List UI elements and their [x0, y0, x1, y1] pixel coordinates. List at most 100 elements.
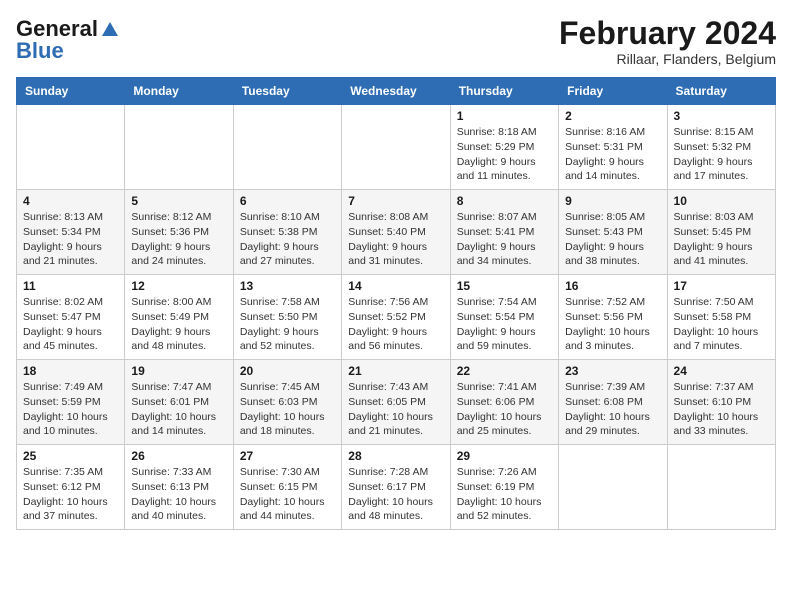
page-header: General Blue February 2024 Rillaar, Flan… [16, 16, 776, 67]
day-info: Sunrise: 7:49 AM Sunset: 5:59 PM Dayligh… [23, 380, 118, 439]
header-day-wednesday: Wednesday [342, 78, 450, 105]
header-day-friday: Friday [559, 78, 667, 105]
day-info: Sunrise: 7:45 AM Sunset: 6:03 PM Dayligh… [240, 380, 335, 439]
day-number: 2 [565, 109, 660, 123]
day-number: 4 [23, 194, 118, 208]
day-info: Sunrise: 7:39 AM Sunset: 6:08 PM Dayligh… [565, 380, 660, 439]
day-number: 18 [23, 364, 118, 378]
day-info: Sunrise: 7:52 AM Sunset: 5:56 PM Dayligh… [565, 295, 660, 354]
calendar-cell: 23 Sunrise: 7:39 AM Sunset: 6:08 PM Dayli… [559, 360, 667, 445]
day-info: Sunrise: 7:47 AM Sunset: 6:01 PM Dayligh… [131, 380, 226, 439]
logo-blue: Blue [16, 38, 64, 64]
header-day-thursday: Thursday [450, 78, 558, 105]
day-number: 28 [348, 449, 443, 463]
calendar-cell: 1 Sunrise: 8:18 AM Sunset: 5:29 PM Daylig… [450, 105, 558, 190]
calendar-cell: 9 Sunrise: 8:05 AM Sunset: 5:43 PM Daylig… [559, 190, 667, 275]
day-number: 16 [565, 279, 660, 293]
calendar-cell: 16 Sunrise: 7:52 AM Sunset: 5:56 PM Dayli… [559, 275, 667, 360]
day-info: Sunrise: 8:15 AM Sunset: 5:32 PM Dayligh… [674, 125, 769, 184]
day-info: Sunrise: 7:50 AM Sunset: 5:58 PM Dayligh… [674, 295, 769, 354]
day-number: 20 [240, 364, 335, 378]
calendar-cell: 19 Sunrise: 7:47 AM Sunset: 6:01 PM Dayli… [125, 360, 233, 445]
calendar-cell [125, 105, 233, 190]
day-info: Sunrise: 8:05 AM Sunset: 5:43 PM Dayligh… [565, 210, 660, 269]
month-title: February 2024 [559, 16, 776, 51]
calendar-cell: 26 Sunrise: 7:33 AM Sunset: 6:13 PM Dayli… [125, 445, 233, 530]
calendar-cell: 10 Sunrise: 8:03 AM Sunset: 5:45 PM Dayli… [667, 190, 775, 275]
day-number: 9 [565, 194, 660, 208]
day-info: Sunrise: 7:30 AM Sunset: 6:15 PM Dayligh… [240, 465, 335, 524]
calendar-cell: 13 Sunrise: 7:58 AM Sunset: 5:50 PM Dayli… [233, 275, 341, 360]
calendar-cell [667, 445, 775, 530]
calendar-cell: 11Sunrise: 8:02 AM Sunset: 5:47 PM Dayli… [17, 275, 125, 360]
day-info: Sunrise: 7:54 AM Sunset: 5:54 PM Dayligh… [457, 295, 552, 354]
day-info: Sunrise: 7:28 AM Sunset: 6:17 PM Dayligh… [348, 465, 443, 524]
calendar-cell: 22 Sunrise: 7:41 AM Sunset: 6:06 PM Dayli… [450, 360, 558, 445]
calendar-header: SundayMondayTuesdayWednesdayThursdayFrid… [17, 78, 776, 105]
week-row-1: 1 Sunrise: 8:18 AM Sunset: 5:29 PM Daylig… [17, 105, 776, 190]
calendar-cell: 24 Sunrise: 7:37 AM Sunset: 6:10 PM Dayli… [667, 360, 775, 445]
day-number: 3 [674, 109, 769, 123]
day-info: Sunrise: 8:00 AM Sunset: 5:49 PM Dayligh… [131, 295, 226, 354]
calendar-cell: 17 Sunrise: 7:50 AM Sunset: 5:58 PM Dayli… [667, 275, 775, 360]
location-subtitle: Rillaar, Flanders, Belgium [559, 51, 776, 67]
calendar-cell: 25 Sunrise: 7:35 AM Sunset: 6:12 PM Dayli… [17, 445, 125, 530]
header-day-monday: Monday [125, 78, 233, 105]
day-info: Sunrise: 7:41 AM Sunset: 6:06 PM Dayligh… [457, 380, 552, 439]
day-number: 21 [348, 364, 443, 378]
day-number: 14 [348, 279, 443, 293]
day-number: 17 [674, 279, 769, 293]
day-number: 1 [457, 109, 552, 123]
day-number: 24 [674, 364, 769, 378]
calendar-cell: 8Sunrise: 8:07 AM Sunset: 5:41 PM Daylig… [450, 190, 558, 275]
day-info: Sunrise: 8:03 AM Sunset: 5:45 PM Dayligh… [674, 210, 769, 269]
calendar-cell: 4 Sunrise: 8:13 AM Sunset: 5:34 PM Daylig… [17, 190, 125, 275]
header-day-sunday: Sunday [17, 78, 125, 105]
calendar-table: SundayMondayTuesdayWednesdayThursdayFrid… [16, 77, 776, 530]
day-number: 22 [457, 364, 552, 378]
day-info: Sunrise: 8:13 AM Sunset: 5:34 PM Dayligh… [23, 210, 118, 269]
week-row-4: 18 Sunrise: 7:49 AM Sunset: 5:59 PM Dayli… [17, 360, 776, 445]
day-number: 10 [674, 194, 769, 208]
day-number: 26 [131, 449, 226, 463]
calendar-cell: 27Sunrise: 7:30 AM Sunset: 6:15 PM Dayli… [233, 445, 341, 530]
day-info: Sunrise: 8:10 AM Sunset: 5:38 PM Dayligh… [240, 210, 335, 269]
title-block: February 2024 Rillaar, Flanders, Belgium [559, 16, 776, 67]
day-info: Sunrise: 7:35 AM Sunset: 6:12 PM Dayligh… [23, 465, 118, 524]
day-info: Sunrise: 7:33 AM Sunset: 6:13 PM Dayligh… [131, 465, 226, 524]
calendar-cell [342, 105, 450, 190]
day-number: 11 [23, 279, 118, 293]
logo-triangle-icon [102, 22, 118, 36]
day-number: 23 [565, 364, 660, 378]
calendar-cell [17, 105, 125, 190]
calendar-cell: 12 Sunrise: 8:00 AM Sunset: 5:49 PM Dayli… [125, 275, 233, 360]
day-info: Sunrise: 8:12 AM Sunset: 5:36 PM Dayligh… [131, 210, 226, 269]
day-number: 25 [23, 449, 118, 463]
calendar-cell [233, 105, 341, 190]
calendar-cell: 28 Sunrise: 7:28 AM Sunset: 6:17 PM Dayli… [342, 445, 450, 530]
day-info: Sunrise: 7:58 AM Sunset: 5:50 PM Dayligh… [240, 295, 335, 354]
calendar-cell: 21 Sunrise: 7:43 AM Sunset: 6:05 PM Dayli… [342, 360, 450, 445]
day-info: Sunrise: 7:37 AM Sunset: 6:10 PM Dayligh… [674, 380, 769, 439]
day-number: 5 [131, 194, 226, 208]
calendar-cell: 2Sunrise: 8:16 AM Sunset: 5:31 PM Daylig… [559, 105, 667, 190]
day-number: 19 [131, 364, 226, 378]
calendar-cell: 15Sunrise: 7:54 AM Sunset: 5:54 PM Dayli… [450, 275, 558, 360]
day-info: Sunrise: 7:56 AM Sunset: 5:52 PM Dayligh… [348, 295, 443, 354]
day-number: 13 [240, 279, 335, 293]
day-info: Sunrise: 8:08 AM Sunset: 5:40 PM Dayligh… [348, 210, 443, 269]
calendar-cell: 18 Sunrise: 7:49 AM Sunset: 5:59 PM Dayli… [17, 360, 125, 445]
day-number: 29 [457, 449, 552, 463]
day-info: Sunrise: 8:18 AM Sunset: 5:29 PM Dayligh… [457, 125, 552, 184]
calendar-cell [559, 445, 667, 530]
day-info: Sunrise: 7:43 AM Sunset: 6:05 PM Dayligh… [348, 380, 443, 439]
calendar-cell: 20 Sunrise: 7:45 AM Sunset: 6:03 PM Dayli… [233, 360, 341, 445]
day-number: 6 [240, 194, 335, 208]
day-number: 7 [348, 194, 443, 208]
day-number: 12 [131, 279, 226, 293]
header-day-tuesday: Tuesday [233, 78, 341, 105]
header-row: SundayMondayTuesdayWednesdayThursdayFrid… [17, 78, 776, 105]
day-number: 8 [457, 194, 552, 208]
header-day-saturday: Saturday [667, 78, 775, 105]
calendar-cell: 6 Sunrise: 8:10 AM Sunset: 5:38 PM Daylig… [233, 190, 341, 275]
